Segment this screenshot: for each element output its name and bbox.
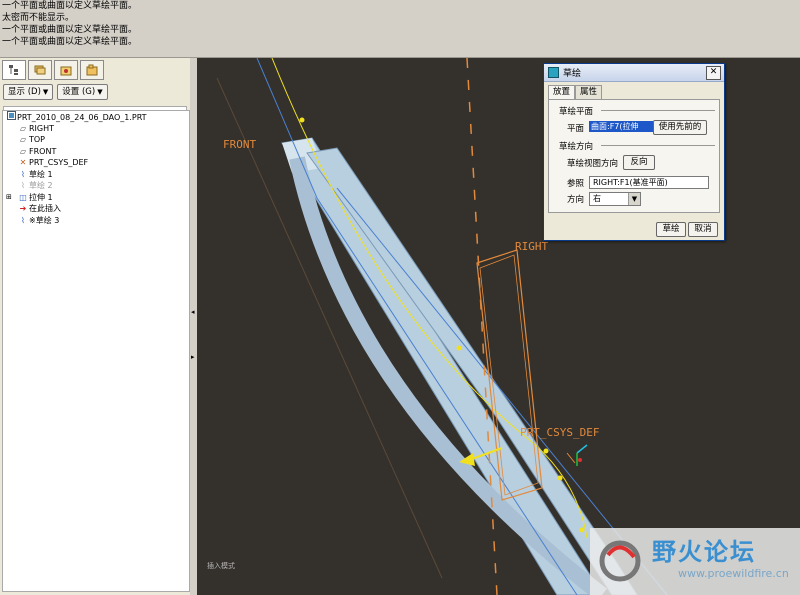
extrude-icon: ◫ <box>19 192 27 202</box>
sketch-point[interactable] <box>557 475 563 481</box>
section-sketch-orientation: 草绘方向 <box>559 142 594 152</box>
navigator-tabs <box>0 58 190 82</box>
expand-icon[interactable]: ⊞ <box>6 192 12 204</box>
tree-item-insert-here[interactable]: ➔ 在此插入 <box>3 203 189 215</box>
panel-splitter[interactable]: ◂ ▸ <box>190 58 197 595</box>
favorites-icon[interactable] <box>54 60 78 80</box>
show-menu-label: 显示 (D) <box>8 87 41 97</box>
tree-item-extrude1[interactable]: ⊞ ◫ 拉伸 1 <box>3 192 189 204</box>
sketch-point[interactable] <box>299 117 305 123</box>
chevron-down-icon: ▼ <box>42 88 49 96</box>
section-sketch-plane: 草绘平面 <box>559 107 594 117</box>
sketch-point[interactable] <box>456 345 462 351</box>
sketch-button[interactable]: 草绘 <box>656 222 686 237</box>
tree-item-label: 拉伸 1 <box>29 192 53 202</box>
dialog-tabs: 放置 属性 <box>544 82 724 99</box>
tree-item-label: 草绘 2 <box>29 181 53 190</box>
tree-item-label: PRT_CSYS_DEF <box>29 158 89 167</box>
right-label: RIGHT <box>515 240 549 253</box>
tree-item-label: 在此插入 <box>29 204 61 213</box>
csys-marker <box>566 452 576 464</box>
tree-item-label: ※草绘 3 <box>29 215 60 225</box>
show-menu-button[interactable]: 显示 (D) ▼ <box>3 84 54 100</box>
datum-axis[interactable] <box>466 58 498 595</box>
message-line: 一个平面或曲面以定义草绘平面。 <box>2 1 138 11</box>
orientation-label: 方向 <box>567 195 585 205</box>
tree-item-label: PRT_2010_08_24_06_DAO_1.PRT <box>17 113 147 122</box>
folder-icon[interactable] <box>80 60 104 80</box>
message-area: 一个平面或曲面以定义草绘平面。 太密而不能显示。 一个平面或曲面以定义草绘平面。… <box>0 0 800 58</box>
flip-button[interactable]: 反向 <box>623 155 655 170</box>
tree-item-right[interactable]: ▱ RIGHT <box>3 123 189 135</box>
collapse-icon[interactable]: ◂ <box>191 308 195 316</box>
dialog-title: 草绘 <box>563 69 582 79</box>
cancel-button[interactable]: 取消 <box>688 222 718 237</box>
tree-item-label: TOP <box>29 135 46 144</box>
watermark: 野火论坛 www.proewildfire.cn <box>590 528 800 595</box>
chevron-down-icon: ▼ <box>628 193 640 205</box>
watermark-logo-icon <box>599 540 641 582</box>
message-line: 一个平面或曲面以定义草绘平面。 <box>2 25 138 35</box>
model-tree: PRT_2010_08_24_06_DAO_1.PRT ▱ RIGHT ▱ TOP … <box>2 110 190 592</box>
reference-label: 参照 <box>567 179 585 189</box>
settings-menu-label: 设置 (G) <box>62 87 96 97</box>
status-hint: 插入模式 <box>207 562 235 570</box>
insert-here-icon: ➔ <box>19 204 27 213</box>
datum-plane-icon: ▱ <box>19 135 27 144</box>
navigator-panel: 显示 (D) ▼ 设置 (G) ▼ PRT_2010_08_24_06_DAO_1.… <box>0 58 191 595</box>
dialog-body: 草绘平面 平面 曲面:F7(拉伸 使用先前的 草绘方向 草绘视图方向 反向 参照… <box>548 99 720 213</box>
layers-icon[interactable] <box>28 60 52 80</box>
plane-field[interactable]: 曲面:F7(拉伸 <box>589 121 653 132</box>
front-label: FRONT <box>223 138 257 151</box>
tree-item-label: FRONT <box>29 146 57 156</box>
plane-label: 平面 <box>567 124 585 134</box>
sketch-point[interactable] <box>543 448 549 454</box>
watermark-title: 野火论坛 <box>652 538 756 566</box>
tree-item-sketch2[interactable]: ⌇ 草绘 2 <box>3 180 189 192</box>
message-line: 太密而不能显示。 <box>2 13 75 23</box>
tree-item-sketch3[interactable]: ⌇ ※草绘 3 <box>3 215 189 227</box>
datum-plane-icon: ▱ <box>19 123 27 133</box>
tab-properties[interactable]: 属性 <box>575 85 603 99</box>
use-previous-button[interactable]: 使用先前的 <box>653 120 707 135</box>
chevron-down-icon: ▼ <box>97 88 103 96</box>
message-line: 一个平面或曲面以定义草绘平面。 <box>2 37 138 47</box>
dialog-app-icon <box>548 67 559 78</box>
divider <box>601 110 715 111</box>
model-tree-icon[interactable] <box>2 60 26 80</box>
dialog-titlebar[interactable]: 草绘 ✕ <box>544 64 724 82</box>
reference-field[interactable]: RIGHT:F1(基准平面) <box>589 176 709 189</box>
watermark-url: www.proewildfire.cn <box>678 567 789 580</box>
sketch-icon: ⌇ <box>21 181 25 190</box>
tree-item-sketch1[interactable]: ⌇ 草绘 1 <box>3 169 189 181</box>
tree-item-top[interactable]: ▱ TOP <box>3 134 189 146</box>
orientation-value: 右 <box>593 194 601 203</box>
tree-item-label: 草绘 1 <box>29 169 53 179</box>
settings-menu-button[interactable]: 设置 (G) ▼ <box>57 84 108 100</box>
sketch-dialog: 草绘 ✕ 放置 属性 草绘平面 平面 曲面:F7(拉伸 使用先前的 草绘方向 草… <box>543 63 725 241</box>
csys-icon: ✕ <box>19 158 27 167</box>
orientation-select[interactable]: 右 ▼ <box>589 192 641 206</box>
tree-item-csys[interactable]: ✕ PRT_CSYS_DEF <box>3 157 189 169</box>
sketch-point[interactable] <box>579 527 585 533</box>
datum-plane-icon: ▱ <box>19 146 27 156</box>
csys-origin <box>578 458 582 462</box>
expand-panel-icon[interactable]: ▸ <box>191 353 195 361</box>
csys-x-axis <box>576 444 588 454</box>
sketch-icon: ⌇ <box>21 215 25 225</box>
tab-placement[interactable]: 放置 <box>548 85 576 99</box>
tree-item-label: RIGHT <box>29 123 55 133</box>
csys-label: PRT_CSYS_DEF <box>520 426 600 439</box>
divider <box>601 145 715 146</box>
tree-item-front[interactable]: ▱ FRONT <box>3 146 189 158</box>
tree-item-part[interactable]: PRT_2010_08_24_06_DAO_1.PRT <box>3 111 189 123</box>
view-direction-label: 草绘视图方向 <box>567 159 619 169</box>
close-icon[interactable]: ✕ <box>706 65 721 80</box>
sketch-icon: ⌇ <box>21 169 25 179</box>
